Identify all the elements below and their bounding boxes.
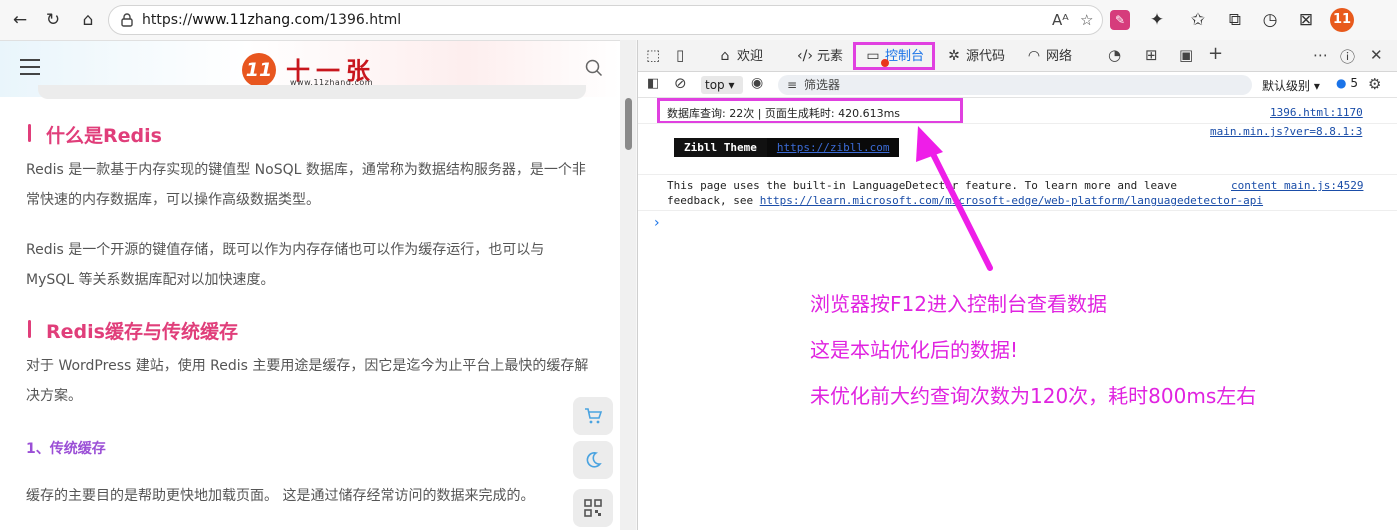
tab-sources[interactable]: ✲ 源代码 [945, 40, 1005, 72]
paragraph: 对于 WordPress 建站，使用 Redis 主要用途是缓存，因它是迄今为止… [26, 358, 589, 404]
close-icon[interactable]: ✕ [1370, 46, 1383, 64]
screenshot-icon[interactable]: ⊠ [1295, 9, 1317, 31]
clear-console-icon[interactable]: ⊘ [674, 74, 687, 92]
search-icon[interactable] [585, 59, 603, 77]
log-source-link[interactable]: main.min.js?ver=8.8.1:3 [1210, 125, 1362, 138]
home-icon: ⌂ [720, 48, 730, 64]
log-feedback: feedback, see https://learn.microsoft.co… [667, 194, 1263, 207]
filter-icon: ≡ [787, 78, 798, 92]
paragraph: Redis 是一款基于内存实现的键值型 NoSQL 数据库，通常称为数据结构服务… [26, 162, 586, 208]
error-dot-icon [881, 59, 889, 67]
tab-welcome[interactable]: ⌂ 欢迎 [716, 40, 763, 72]
devtools-tabbar: ⬚ ▯ ⌂ 欢迎 ‹/› 元素 ▭ 控制台 ✲ 源代码 ◠ 网络 ◔ ⊞ ▣ + ⋯ ⓘ … [638, 40, 1397, 72]
annotation-optimized: 这是本站优化后的数据! [810, 338, 1019, 362]
issues-counter[interactable]: ● 5 [1336, 76, 1358, 90]
home-icon[interactable]: ⌂ [77, 9, 99, 31]
console-prompt[interactable]: › [654, 215, 660, 231]
log-language-detector: This page uses the built-in LanguageDete… [667, 179, 1177, 192]
performance-icon[interactable]: ◔ [1108, 46, 1121, 64]
menu-icon[interactable] [20, 59, 40, 75]
tab-elements[interactable]: ‹/› 元素 [796, 40, 843, 72]
profile-avatar[interactable]: 11 [1330, 8, 1354, 32]
cart-button[interactable] [573, 397, 613, 435]
message-icon: ● [1336, 76, 1347, 90]
site-logo[interactable]: 11 十一张 www.11zhang.com [242, 51, 382, 89]
web-page: 11 十一张 www.11zhang.com 什么是Redis Redis 是一… [0, 40, 636, 530]
feedback-link[interactable]: https://learn.microsoft.com/microsoft-ed… [760, 194, 1263, 207]
favorite-star-icon[interactable]: ☆ [1080, 11, 1093, 29]
more-tools-plus-icon[interactable]: + [1208, 43, 1223, 64]
application-icon[interactable]: ▣ [1179, 46, 1193, 64]
moon-icon [586, 452, 602, 468]
help-icon[interactable]: ⓘ [1340, 46, 1355, 67]
log-divider [638, 123, 1397, 124]
log-divider [638, 210, 1397, 211]
device-emulation-icon[interactable]: ▯ [676, 46, 684, 64]
settings-gear-icon[interactable]: ⚙ [1368, 75, 1381, 93]
browser-toolbar: ← ↻ ⌂ https://www.11zhang.com/1396.html … [0, 0, 1397, 40]
bug-icon: ✲ [948, 48, 960, 64]
scrollbar-thumb[interactable] [625, 98, 632, 150]
address-bar[interactable]: https://www.11zhang.com/1396.html Aᴬ ☆ [108, 5, 1103, 35]
console-toolbar: ◧ ⊘ top ▾ ◉ ≡ 筛选器 默认级别 ▾ ● 5 ⚙ [638, 72, 1397, 98]
inspect-icon[interactable]: ⬚ [646, 46, 660, 64]
badge-label: Zibll Theme [684, 141, 757, 154]
collections-icon[interactable]: ⧉ [1224, 9, 1246, 31]
dark-mode-button[interactable] [573, 441, 613, 479]
log-source-link[interactable]: content main.js:4529 [1231, 179, 1363, 192]
devtools-panel: ⬚ ▯ ⌂ 欢迎 ‹/› 元素 ▭ 控制台 ✲ 源代码 ◠ 网络 ◔ ⊞ ▣ + ⋯ ⓘ … [637, 40, 1397, 530]
heading-redis-vs-traditional: Redis缓存与传统缓存 [26, 317, 238, 344]
annotation-f12: 浏览器按F12进入控制台查看数据 [810, 292, 1107, 316]
subheading-traditional-cache: 1、传统缓存 [26, 441, 106, 457]
badge-link[interactable]: https://zibll.com [766, 138, 900, 157]
cart-icon [585, 408, 603, 424]
read-aloud-icon[interactable]: Aᴬ [1052, 11, 1069, 29]
filter-input[interactable]: ≡ 筛选器 [778, 75, 1252, 95]
refresh-icon[interactable]: ↻ [42, 9, 64, 31]
page-scrollbar[interactable] [620, 40, 636, 530]
code-icon: ‹/› [797, 48, 813, 64]
log-level-select[interactable]: 默认级别 ▾ [1262, 77, 1320, 94]
paragraph: Redis 是一个开源的键值存储，既可以作为内存存储也可以作为缓存运行，也可以与… [26, 242, 545, 288]
zibll-badge: Zibll Theme https://zibll.com [674, 138, 900, 157]
tab-network[interactable]: ◠ 网络 [1025, 40, 1072, 72]
url-text[interactable]: https://www.11zhang.com/1396.html [142, 12, 401, 28]
heading-what-is-redis: 什么是Redis [26, 121, 162, 148]
extension-icon[interactable]: ✎ [1110, 10, 1130, 30]
annotation-before: 未优化前大约查询次数为120次，耗时800ms左右 [810, 384, 1257, 408]
favorites-icon[interactable]: ✩ [1187, 9, 1209, 31]
logo-mark: 11 [242, 53, 276, 87]
back-icon[interactable]: ← [9, 9, 31, 31]
context-select[interactable]: top ▾ [701, 76, 743, 94]
log-divider [638, 174, 1397, 175]
article-content: 什么是Redis Redis 是一款基于内存实现的键值型 NoSQL 数据库，通… [0, 97, 620, 530]
console-tab-highlight [853, 42, 935, 70]
history-icon[interactable]: ◷ [1259, 9, 1281, 31]
feedback-prefix: feedback, see [667, 194, 760, 207]
more-options-icon[interactable]: ⋯ [1313, 46, 1328, 64]
memory-chip-icon[interactable]: ⊞ [1145, 46, 1158, 64]
sidebar-toggle-icon[interactable]: ◧ [647, 76, 659, 91]
log-highlight-box [657, 98, 963, 124]
paragraph: 缓存的主要目的是帮助更快地加载页面。 这是通过储存经常访问的数据来完成的。 [26, 488, 535, 504]
eye-icon[interactable]: ◉ [751, 75, 763, 91]
qrcode-button[interactable] [573, 489, 613, 527]
wifi-icon: ◠ [1027, 48, 1041, 64]
log-source-link[interactable]: 1396.html:1170 [1270, 106, 1363, 119]
qrcode-icon [584, 499, 602, 517]
site-info-icon[interactable] [119, 12, 135, 28]
extensions-puzzle-icon[interactable]: ✦ [1146, 9, 1168, 31]
